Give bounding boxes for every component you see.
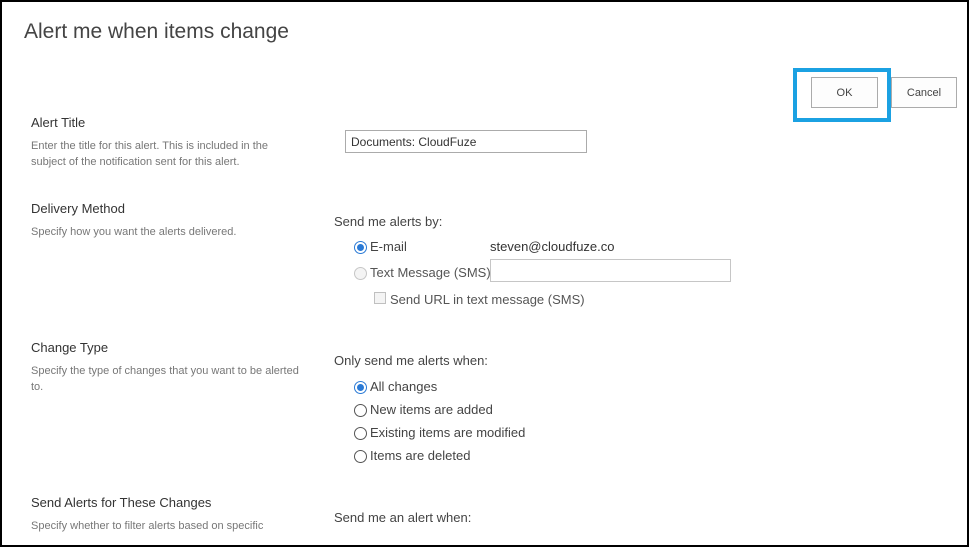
email-address: steven@cloudfuze.co: [490, 239, 615, 254]
sms-number-input[interactable]: [490, 259, 731, 282]
all-changes-radio[interactable]: [354, 381, 367, 394]
send-url-checkbox[interactable]: [374, 292, 386, 304]
send-alerts-prompt: Send me an alert when:: [334, 510, 472, 525]
modified-items-label: Existing items are modified: [370, 425, 526, 440]
send-alerts-description: Specify whether to filter alerts based o…: [31, 520, 264, 532]
sms-radio-label: Text Message (SMS): [370, 265, 491, 280]
delivery-method-prompt: Send me alerts by:: [334, 214, 443, 229]
send-alerts-heading: Send Alerts for These Changes: [31, 495, 212, 510]
change-type-prompt: Only send me alerts when:: [334, 353, 488, 368]
deleted-items-radio[interactable]: [354, 450, 367, 463]
cancel-button[interactable]: Cancel: [891, 77, 957, 108]
email-radio-label: E-mail: [370, 239, 407, 254]
ok-button[interactable]: OK: [811, 77, 878, 108]
alert-title-heading: Alert Title: [31, 115, 86, 130]
change-type-description: Specify the type of changes that you wan…: [31, 365, 299, 393]
new-items-label: New items are added: [370, 402, 493, 417]
alert-title-description: Enter the title for this alert. This is …: [31, 140, 269, 168]
email-radio[interactable]: [354, 241, 367, 254]
delivery-method-heading: Delivery Method: [31, 201, 125, 216]
deleted-items-label: Items are deleted: [370, 448, 471, 463]
sms-radio[interactable]: [354, 267, 367, 280]
dialog-title: Alert me when items change: [24, 20, 289, 43]
alert-title-input[interactable]: [345, 130, 587, 153]
new-items-radio[interactable]: [354, 404, 367, 417]
change-type-heading: Change Type: [31, 340, 109, 355]
modified-items-radio[interactable]: [354, 427, 367, 440]
send-url-label: Send URL in text message (SMS): [390, 292, 585, 307]
alert-dialog: Alert me when items change OK Cancel Ale…: [0, 0, 969, 547]
all-changes-label: All changes: [370, 379, 438, 394]
delivery-method-description: Specify how you want the alerts delivere…: [31, 226, 237, 238]
